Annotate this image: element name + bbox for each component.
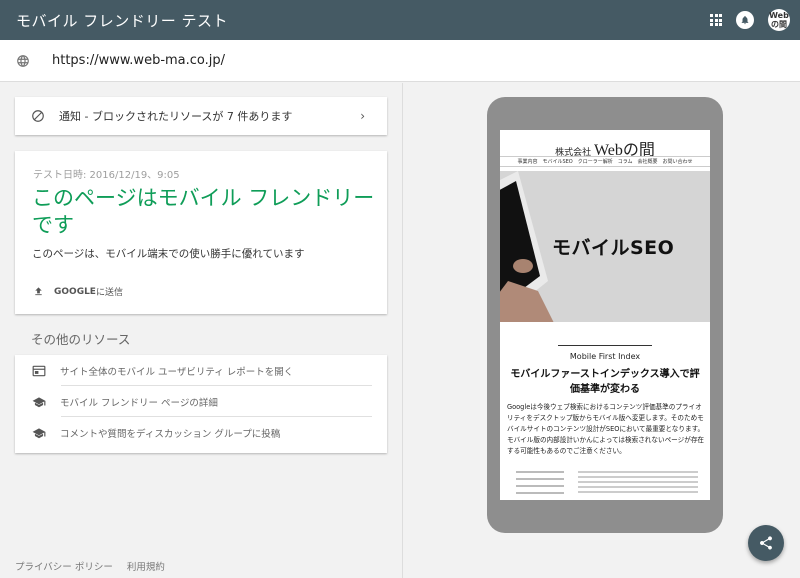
preview-footer-links — [506, 471, 704, 500]
preview-body: Googleは今後ウェブ検索におけるコンテンツ評価基準のプライオリティをデスクト… — [507, 403, 705, 455]
resource-label: コメントや質問をディスカッション グループに投稿 — [60, 428, 281, 440]
preview-panel: 株式会社 Webの間 事業内容 モバイルSEO クローラー解析 コラム 会社概要… — [404, 83, 800, 578]
avatar-text-bottom: の間 — [771, 20, 787, 29]
notifications-icon[interactable] — [736, 11, 754, 29]
school-icon — [32, 427, 46, 438]
resource-label: サイト全体のモバイル ユーザビリティ レポートを開く — [60, 366, 294, 378]
submit-to-google-button[interactable]: GOOGLE に送信 — [33, 285, 123, 298]
result-card: テスト日時: 2016/12/19、9:05 このページはモバイル フレンドリー… — [15, 151, 387, 314]
blocked-resources-notice[interactable]: 通知 - ブロックされたリソースが 7 件あります › — [15, 97, 387, 135]
url-input[interactable]: https://www.web-ma.co.jp/ — [52, 53, 225, 68]
preview-divider — [558, 345, 652, 346]
resource-item-usability-report[interactable]: サイト全体のモバイル ユーザビリティ レポートを開く — [15, 355, 387, 386]
share-button[interactable] — [748, 525, 784, 561]
submit-suffix: に送信 — [95, 288, 123, 298]
result-headline: このページはモバイル フレンドリーです — [32, 186, 375, 237]
test-date: テスト日時: 2016/12/19、9:05 — [33, 170, 180, 181]
app-title: モバイル フレンドリー テスト — [16, 11, 229, 30]
submit-brand: GOOGLE — [54, 286, 96, 297]
apps-grid-icon[interactable] — [710, 14, 722, 26]
share-icon — [760, 536, 772, 550]
account-avatar[interactable]: Web の間 — [768, 9, 790, 31]
school-icon — [32, 396, 46, 407]
preview-hero-text: モバイルSEO — [552, 237, 675, 259]
resource-item-details[interactable]: モバイル フレンドリー ページの詳細 — [15, 386, 387, 417]
upload-icon — [35, 287, 42, 296]
url-bar: https://www.web-ma.co.jp/ — [0, 40, 800, 82]
report-icon — [32, 365, 46, 376]
preview-heading: モバイルファーストインデックス導入で評価基準が変わる — [510, 369, 700, 395]
footer: プライバシー ポリシー 利用規約 — [15, 559, 165, 573]
resources-title: その他のリソース — [31, 332, 131, 347]
app-bar: モバイル フレンドリー テスト Web の間 — [0, 0, 800, 40]
resource-label: モバイル フレンドリー ページの詳細 — [60, 397, 218, 409]
globe-icon — [17, 54, 29, 67]
app-bar-actions: Web の間 — [710, 9, 790, 31]
results-panel: 通知 - ブロックされたリソースが 7 件あります › テスト日時: 2016/… — [0, 83, 403, 578]
block-icon — [32, 110, 44, 122]
resource-item-discussion[interactable]: コメントや質問をディスカッション グループに投稿 — [15, 417, 387, 448]
notice-text: 通知 - ブロックされたリソースが 7 件あります — [59, 110, 293, 123]
page-screenshot: 株式会社 Webの間 事業内容 モバイルSEO クローラー解析 コラム 会社概要… — [500, 130, 710, 500]
privacy-link[interactable]: プライバシー ポリシー — [15, 559, 113, 573]
phone-frame: 株式会社 Webの間 事業内容 モバイルSEO クローラー解析 コラム 会社概要… — [487, 97, 723, 533]
chevron-right-icon: › — [360, 109, 365, 123]
avatar-text-top: Web — [769, 11, 789, 20]
resources-list: サイト全体のモバイル ユーザビリティ レポートを開く モバイル フレンドリー ペ… — [15, 355, 387, 453]
preview-nav: 事業内容 モバイルSEO クローラー解析 コラム 会社概要 お問い合わせ — [500, 156, 710, 167]
result-description: このページは、モバイル端末での使い勝手に優れています — [32, 248, 305, 260]
preview-hero: モバイルSEO — [500, 171, 710, 322]
preview-subtitle: Mobile First Index — [569, 352, 641, 361]
terms-link[interactable]: 利用規約 — [127, 559, 165, 573]
